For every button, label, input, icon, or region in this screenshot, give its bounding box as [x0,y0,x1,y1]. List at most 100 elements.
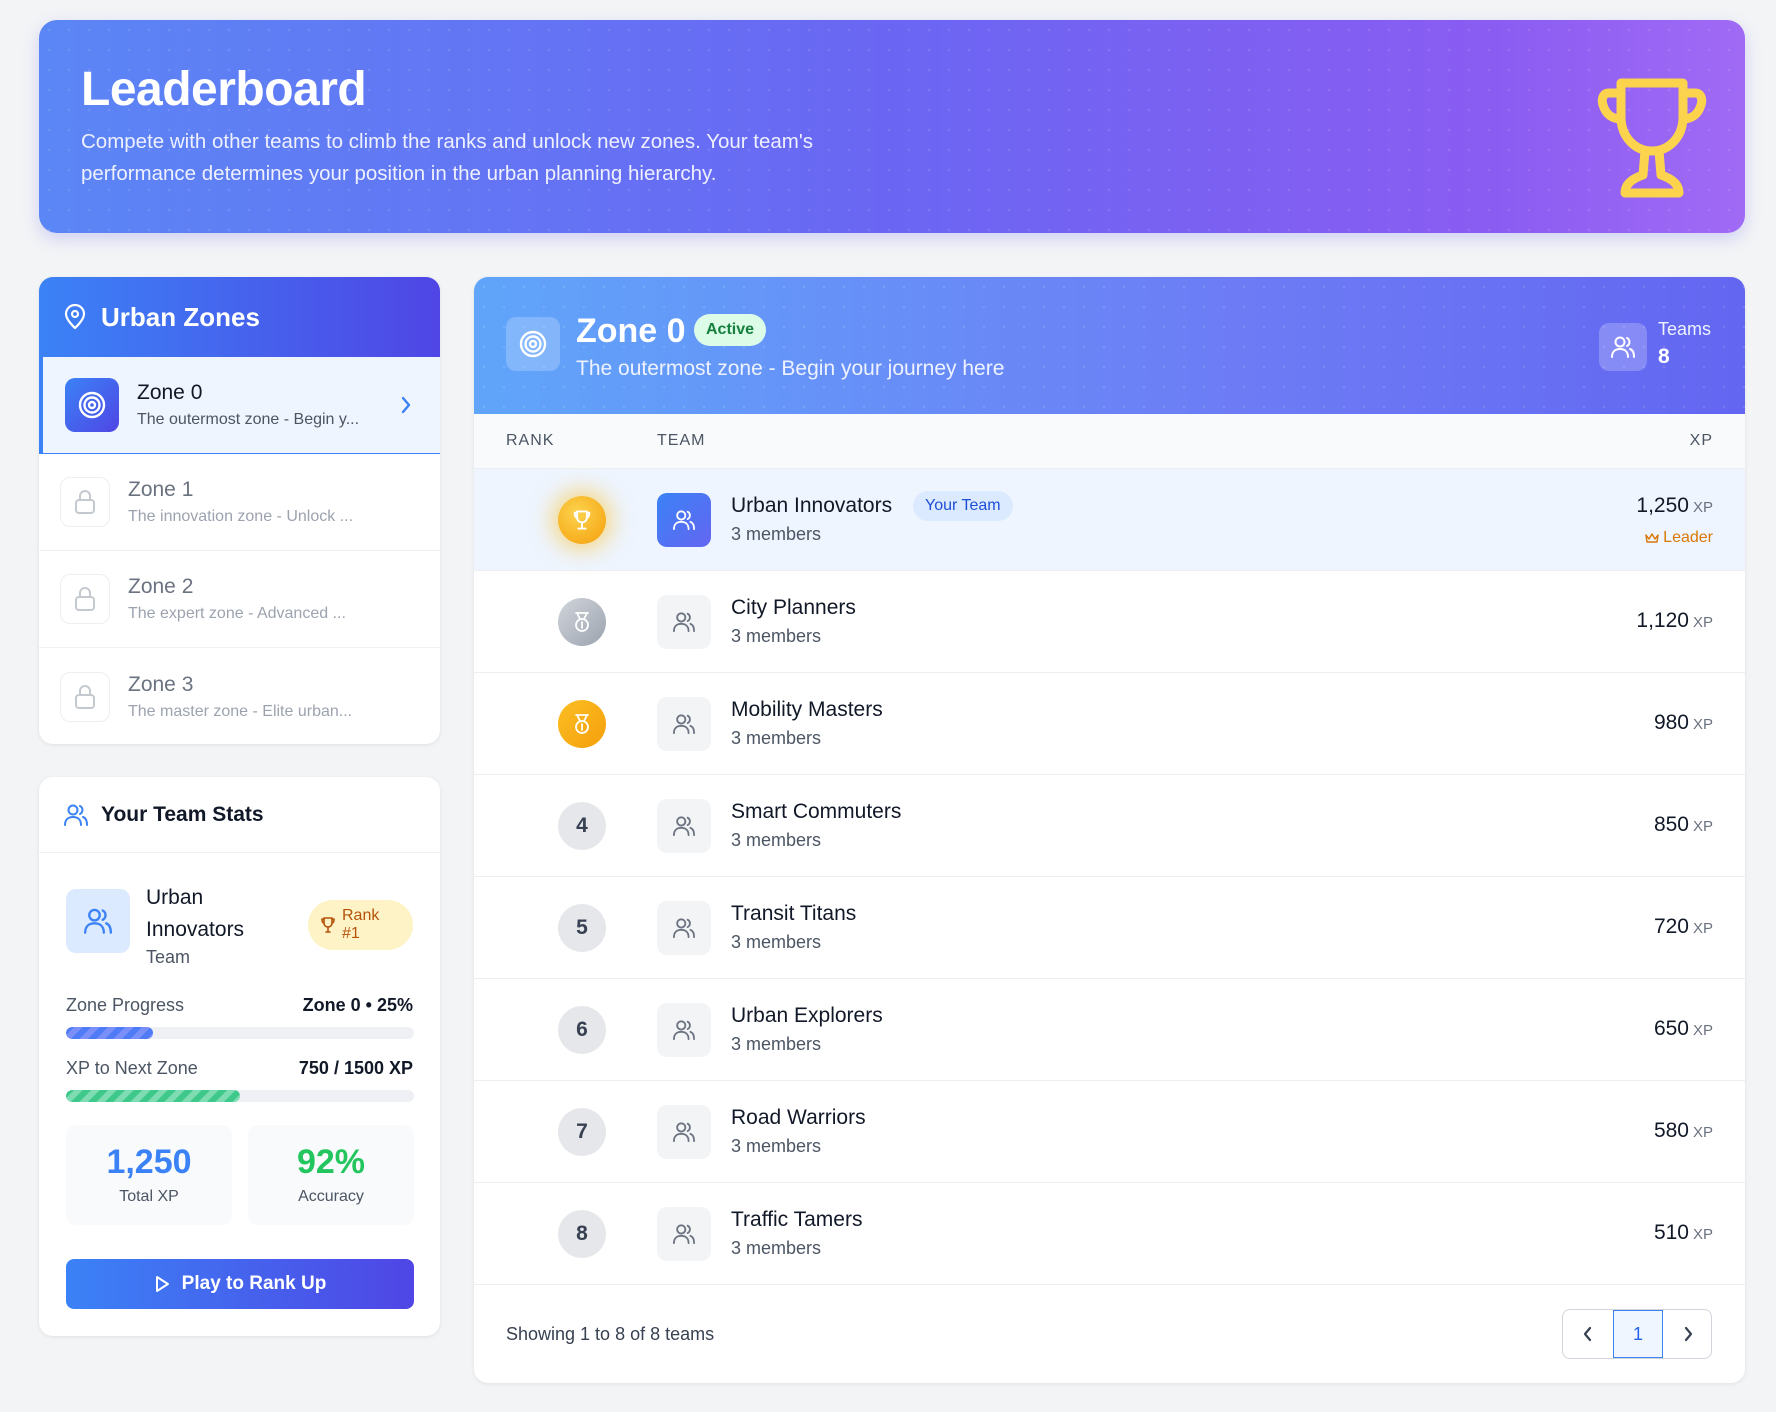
users-icon [657,595,711,649]
xp-progress-bar [66,1090,414,1102]
users-icon [657,697,711,751]
zone-title: Zone 0 [576,312,686,350]
trophy-icon [558,496,606,544]
chevron-right-icon [401,396,411,414]
play-button-label: Play to Rank Up [181,1273,327,1294]
previous-page-button[interactable] [1563,1310,1613,1358]
team-xp: 580 XP [1654,1119,1713,1143]
team-xp: 510 XP [1654,1221,1713,1245]
leaderboard-rows: Urban Innovators 3 members Your Team 1,250 X… [474,469,1745,1285]
status-badge: Active [694,314,767,346]
team-name: Urban Innovators [146,886,245,941]
team-name: Road Warriors [731,1106,866,1129]
zone-item-0[interactable]: Zone 0 The outermost zone - Begin y... [39,357,440,454]
team-xp: 650 XP [1654,1017,1713,1041]
play-to-rank-up-button[interactable]: Play to Rank Up [66,1259,414,1309]
team-members: 3 members [731,1136,822,1156]
table-row[interactable]: 8 Traffic Tamers 3 members 510 XP [474,1183,1745,1285]
team-name: Urban Explorers [731,1004,883,1027]
table-row[interactable]: 5 Transit Titans 3 members 720 XP [474,877,1745,979]
team-name: Smart Commuters [731,800,902,823]
lock-icon [60,477,110,527]
table-row[interactable]: Urban Innovators 3 members Your Team 1,250 X… [474,469,1745,571]
xp-value: 1,250 [1636,494,1689,517]
teams-label: Teams [1658,319,1712,339]
users-icon [83,908,112,934]
your-team-badge: Your Team [913,491,1013,521]
users-icon [657,799,711,853]
table-row[interactable]: 4 Smart Commuters 3 members 850 XP [474,775,1745,877]
xp-unit: XP [1692,499,1713,516]
target-icon [506,317,560,371]
zone-name: Zone 3 [128,672,194,696]
lock-icon [60,671,110,722]
xp-value: 1,120 [1636,609,1689,632]
zone-progress-value: Zone 0 • 25% [302,995,413,1015]
medal-icon [558,700,606,748]
table-row[interactable]: Mobility Masters 3 members 980 XP [474,673,1745,775]
zone-name: Zone 0 [137,381,203,404]
rank-number: 6 [558,1006,606,1054]
rank-label: Rank #1 [342,907,380,942]
lock-icon [60,574,110,624]
rank-number: 8 [576,1222,588,1245]
zone-item-1[interactable]: Zone 1 The innovation zone - Unlock ... [39,454,440,551]
chevron-right-icon [1684,1326,1693,1342]
rank-number: 6 [576,1018,588,1041]
zone-name: Zone 1 [128,478,194,501]
xp-value: 510 [1653,1221,1689,1244]
total-xp-value: 1,250 [106,1143,192,1181]
zone-name: Zone 2 [128,575,194,598]
hero-banner: Leaderboard Compete with other teams to … [39,20,1745,233]
rank-number: 5 [576,916,588,939]
table-row[interactable]: 6 Urban Explorers 3 members 650 XP [474,979,1745,1081]
team-xp: 1,250 XP [1636,494,1713,518]
rank-number: 5 [558,904,606,952]
urban-zones-title: Urban Zones [101,301,260,332]
xp-unit: XP [1692,818,1713,835]
xp-next-label: XP to Next Zone [66,1058,198,1078]
page-title: Leaderboard [81,63,367,116]
xp-value: 720 [1653,915,1689,938]
zone-item-2[interactable]: Zone 2 The expert zone - Advanced ... [39,551,440,648]
table-row[interactable]: City Planners 3 members 1,120 XP [474,571,1745,673]
rank-number: 7 [558,1108,606,1156]
users-icon [1599,323,1647,371]
xp-unit: XP [1692,1124,1713,1141]
team-members: 3 members [731,1238,822,1258]
zone-description: The innovation zone - Unlock ... [128,508,354,525]
target-icon [65,378,119,432]
next-page-button[interactable] [1663,1310,1711,1358]
team-name: Traffic Tamers [731,1208,863,1231]
team-members: 3 members [731,728,822,748]
team-name: Urban Innovators [731,494,893,517]
urban-zones-header: Urban Zones [39,277,440,357]
chevron-left-icon [1583,1326,1592,1342]
users-icon [64,804,88,826]
medal-icon [558,598,606,646]
team-column-header: TEAM [657,432,706,449]
xp-unit: XP [1692,920,1713,937]
xp-progress-fill [66,1090,240,1102]
xp-next-value: 750 / 1500 XP [298,1058,413,1078]
team-members: 3 members [731,626,822,646]
xp-column-header: XP [1689,432,1713,449]
zone-item-3[interactable]: Zone 3 The master zone - Elite urban... [39,648,440,744]
team-name: Mobility Masters [731,698,883,721]
team-members: 3 members [731,932,822,952]
users-icon [657,1207,711,1261]
accuracy-value: 92% [296,1143,366,1181]
team-name: Transit Titans [731,902,857,925]
users-icon [657,901,711,955]
hero-description: Compete with other teams to climb the ra… [81,130,814,185]
zone-description: The master zone - Elite urban... [128,702,353,720]
xp-unit: XP [1692,1022,1713,1039]
xp-unit: XP [1692,614,1713,631]
table-row[interactable]: 7 Road Warriors 3 members 580 XP [474,1081,1745,1183]
team-stats-card: Your Team Stats Urban Innovators Team Ra… [39,777,440,1336]
page-1-button[interactable]: 1 [1613,1310,1663,1358]
team-name: City Planners [731,596,856,619]
users-icon [657,493,711,547]
crown-icon [1645,533,1659,543]
map-pin-icon [64,304,86,330]
